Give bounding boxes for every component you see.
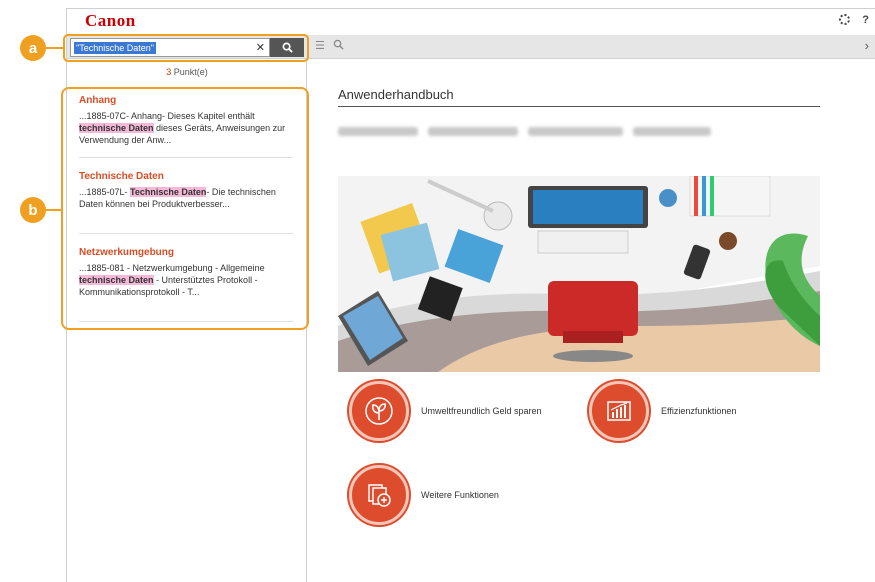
chevron-right-icon[interactable]: › xyxy=(865,38,869,53)
callout-a: a xyxy=(20,35,46,61)
search-icon[interactable] xyxy=(333,39,344,50)
function-more[interactable]: Weitere Funktionen xyxy=(349,465,499,525)
function-label[interactable]: Weitere Funktionen xyxy=(421,490,499,500)
blurred-model-names xyxy=(338,127,711,136)
function-label[interactable]: Effizienzfunktionen xyxy=(661,406,736,416)
function-efficiency[interactable]: Effizienzfunktionen xyxy=(589,381,736,441)
leaf-icon[interactable] xyxy=(349,381,409,441)
illustration-svg xyxy=(338,176,820,372)
callout-box-a xyxy=(63,34,309,62)
page-title: Anwenderhandbuch xyxy=(338,87,454,102)
callout-box-b xyxy=(61,87,309,330)
help-icon[interactable]: ? xyxy=(862,14,869,26)
list-icon[interactable]: ☰ xyxy=(315,39,325,52)
desk-illustration xyxy=(338,176,820,372)
canon-logo: Canon xyxy=(85,11,136,30)
function-label[interactable]: Umweltfreundlich Geld sparen xyxy=(421,406,542,416)
title-underline xyxy=(338,106,820,107)
callout-line-a xyxy=(44,47,64,49)
chart-icon[interactable] xyxy=(589,381,649,441)
gear-icon[interactable] xyxy=(839,14,851,25)
function-eco[interactable]: Umweltfreundlich Geld sparen xyxy=(349,381,542,441)
top-bar: Canon ? xyxy=(67,9,875,35)
callout-line-b xyxy=(44,209,62,211)
documents-icon[interactable] xyxy=(349,465,409,525)
callout-b: b xyxy=(20,197,46,223)
result-count: 3 Punkt(e) xyxy=(166,67,208,77)
